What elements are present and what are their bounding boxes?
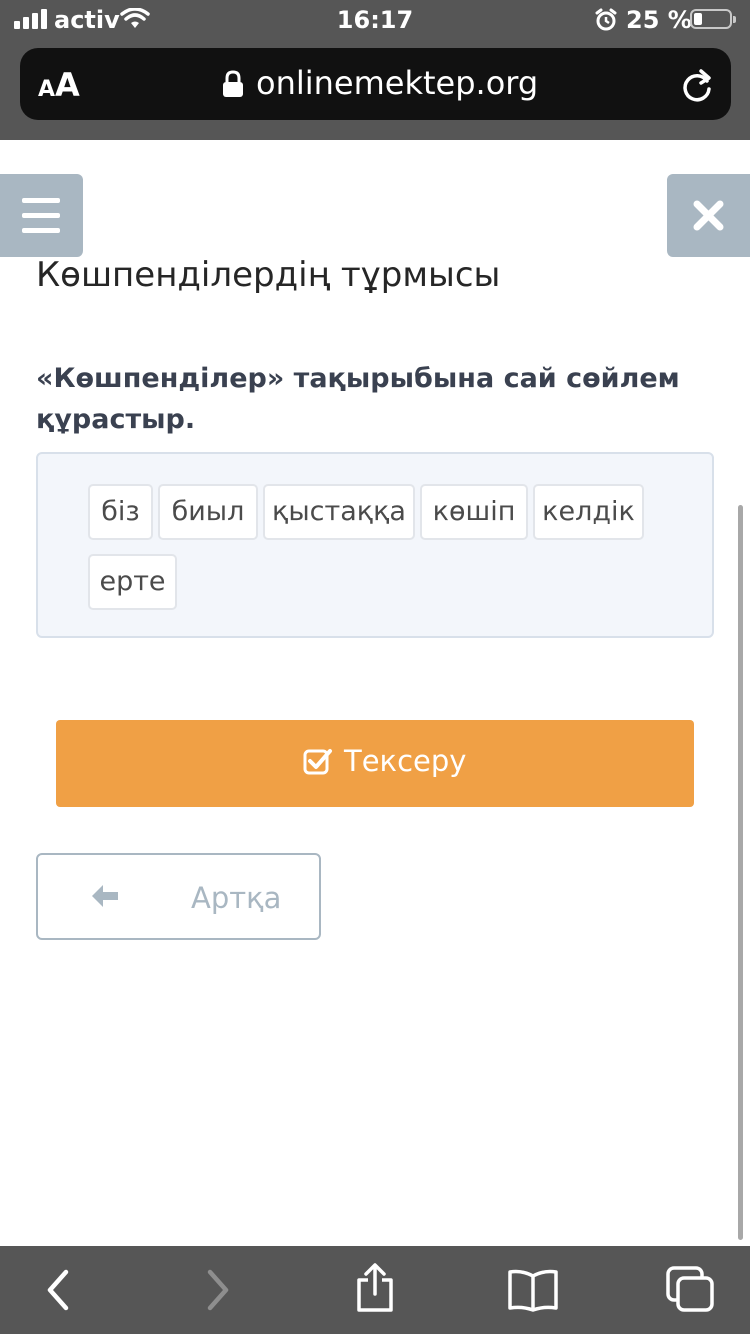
word-chip[interactable]: биыл	[158, 484, 258, 540]
word-bank: біз биыл қыстаққа көшіп келдік ерте	[36, 452, 714, 638]
status-bar: activ 16:17 25 %	[0, 0, 750, 40]
check-button[interactable]: Тексеру	[56, 720, 694, 807]
alarm-icon	[595, 8, 617, 31]
browser-back-icon[interactable]	[40, 1266, 76, 1314]
word-chip[interactable]: біз	[88, 484, 153, 540]
menu-button[interactable]	[0, 174, 83, 257]
check-button-label: Тексеру	[344, 744, 467, 778]
page-scrollbar[interactable]	[738, 505, 743, 1240]
word-chip[interactable]: көшіп	[420, 484, 528, 540]
close-button[interactable]	[667, 174, 750, 257]
close-icon	[693, 200, 724, 231]
browser-top-chrome: activ 16:17 25 % AA onlinemektep.org	[0, 0, 750, 140]
address-bar[interactable]: AA onlinemektep.org	[20, 48, 731, 120]
url-text[interactable]: onlinemektep.org	[256, 64, 538, 102]
word-chip[interactable]: ерте	[88, 554, 177, 610]
question-text: «Көшпенділер» тақырыбына сай сөйлем құра…	[36, 363, 680, 435]
arrow-left-icon	[92, 885, 118, 907]
lock-icon	[223, 70, 243, 97]
word-chip[interactable]: қыстаққа	[263, 484, 415, 540]
battery-icon	[690, 9, 736, 29]
checkbox-check-icon	[303, 749, 332, 775]
word-chip[interactable]: келдік	[533, 484, 644, 540]
text-size-button[interactable]: AA	[38, 66, 80, 104]
browser-toolbar	[0, 1246, 750, 1334]
tabs-icon[interactable]	[666, 1266, 716, 1314]
reload-icon[interactable]	[680, 68, 714, 104]
browser-forward-icon[interactable]	[200, 1266, 236, 1314]
back-button-label: Артқа	[191, 881, 282, 915]
bookmarks-icon[interactable]	[506, 1268, 560, 1312]
page-title: Көшпенділердің тұрмысы	[36, 255, 501, 295]
battery-percentage: 25 %	[626, 6, 692, 34]
hamburger-icon	[22, 198, 60, 203]
share-icon[interactable]	[354, 1262, 396, 1314]
back-button[interactable]: Артқа	[36, 853, 321, 940]
